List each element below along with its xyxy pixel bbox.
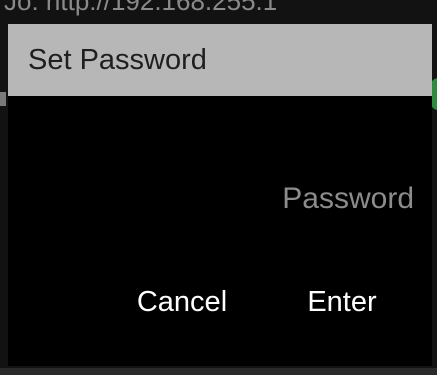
password-input[interactable] xyxy=(28,176,414,222)
dialog-title: Set Password xyxy=(28,43,207,76)
background-url-text: Jo: http://192.168.255.1 xyxy=(4,0,278,16)
set-password-dialog: Set Password Cancel Enter xyxy=(8,24,432,366)
cancel-button[interactable]: Cancel xyxy=(122,278,242,326)
screen: Jo: http://192.168.255.1 Set Password Ca… xyxy=(0,0,437,375)
background-bottom-strip xyxy=(0,368,437,375)
dialog-title-bar: Set Password xyxy=(8,24,432,96)
background-left-fragment xyxy=(0,92,6,106)
enter-button[interactable]: Enter xyxy=(294,278,390,326)
